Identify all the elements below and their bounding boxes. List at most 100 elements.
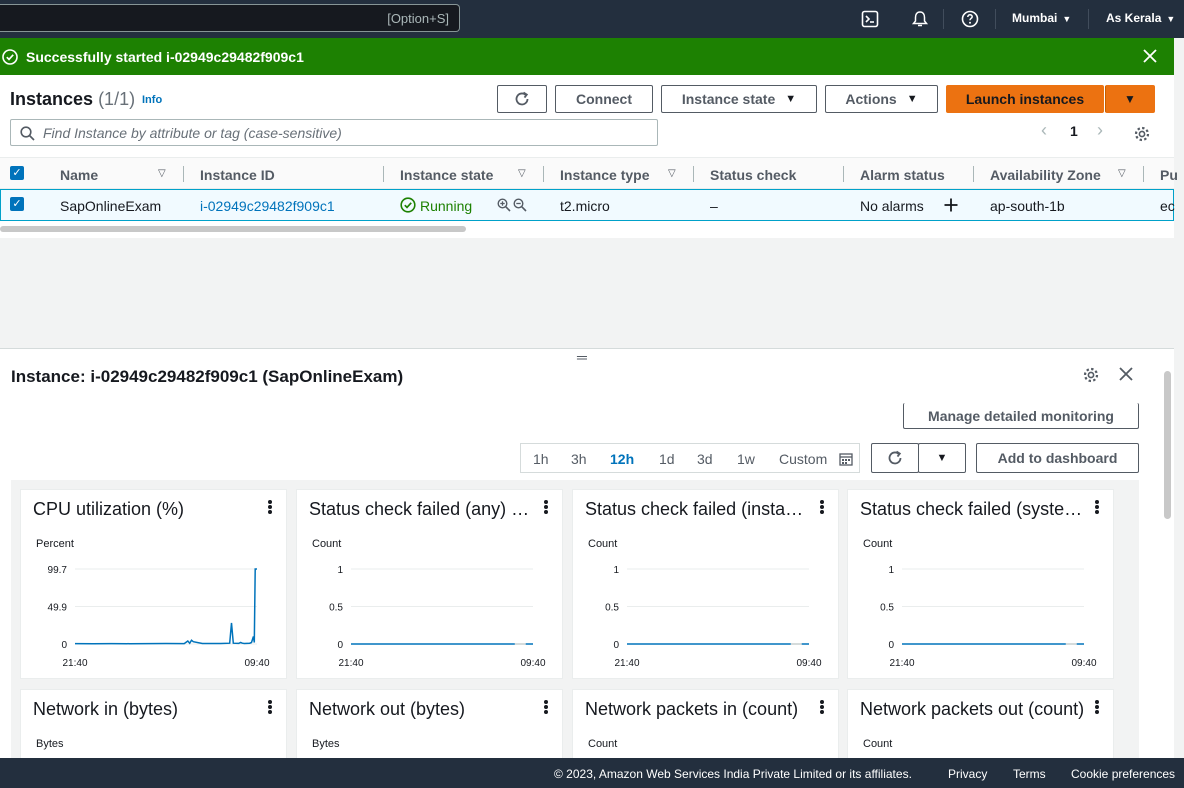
more-options-icon[interactable] [268, 700, 272, 714]
range-1d[interactable]: 1d [659, 451, 675, 467]
gear-icon[interactable] [1082, 366, 1100, 384]
success-flash: Successfully started i-02949c29482f909c1 [0, 38, 1174, 75]
sort-caret-icon[interactable]: ▽ [1118, 168, 1126, 179]
resize-handle-icon[interactable]: ═ [577, 350, 587, 364]
cell-alarm: No alarms [860, 198, 924, 214]
actions-label: Actions [845, 91, 897, 107]
column-header-alarm-status[interactable]: Alarm status [860, 167, 945, 183]
success-icon [2, 49, 18, 65]
account-menu[interactable]: As Kerala ▼ [1106, 11, 1175, 25]
y-tick-label: 0.5 [605, 603, 619, 614]
x-tick-label: 09:40 [244, 658, 269, 669]
sort-caret-icon[interactable]: ▽ [668, 168, 676, 179]
page-number[interactable]: 1 [1070, 123, 1078, 139]
info-link[interactable]: Info [142, 94, 162, 106]
filter-input[interactable] [43, 124, 643, 142]
range-12h[interactable]: 12h [610, 451, 634, 467]
row-checkbox[interactable]: ✓ [10, 197, 24, 211]
column-divider[interactable] [383, 166, 384, 182]
more-options-icon[interactable] [820, 500, 824, 514]
close-icon[interactable] [1118, 366, 1134, 382]
metric-unit-label: Bytes [312, 738, 340, 750]
search-icon [20, 126, 35, 141]
range-3d[interactable]: 3d [697, 451, 713, 467]
column-header-availability-zone[interactable]: Availability Zone [990, 167, 1101, 183]
zoom-in-icon[interactable] [497, 198, 511, 212]
sort-caret-icon[interactable]: ▽ [158, 168, 166, 179]
cookie-preferences-link[interactable]: Cookie preferences [1071, 767, 1175, 781]
column-divider[interactable] [1143, 166, 1144, 182]
metric-card: Status check failed (any) (count) Count 1 0… [296, 489, 563, 679]
column-header-public[interactable]: Pu [1160, 167, 1178, 183]
manage-monitoring-button[interactable]: Manage detailed monitoring [903, 403, 1139, 429]
metric-title: CPU utilization (%) [33, 499, 185, 519]
horizontal-scrollbar[interactable] [0, 226, 466, 232]
instance-id-link[interactable]: i-02949c29482f909c1 [200, 198, 335, 214]
range-1h[interactable]: 1h [533, 451, 549, 467]
select-all-checkbox[interactable]: ✓ [10, 166, 24, 180]
range-custom[interactable]: Custom [779, 451, 827, 467]
metric-title: Network packets in (count) [585, 699, 799, 719]
vertical-scrollbar[interactable] [1160, 349, 1174, 759]
metric-card: Status check failed (system) (count) Coun… [847, 489, 1114, 679]
help-icon[interactable] [959, 8, 981, 30]
metric-unit-label: Count [588, 538, 618, 550]
actions-button[interactable]: Actions ▼ [825, 85, 938, 113]
column-header-name[interactable]: Name [60, 167, 98, 183]
search-shortcut-hint: [Option+S] [387, 11, 449, 26]
add-to-dashboard-button[interactable]: Add to dashboard [976, 443, 1139, 473]
metric-unit-label: Count [863, 538, 893, 550]
launch-dropdown-button[interactable]: ▼ [1105, 85, 1155, 113]
filter-box [10, 119, 658, 146]
calendar-icon[interactable] [839, 452, 853, 466]
metric-card: Network packets in (count) Count [572, 689, 839, 759]
privacy-link[interactable]: Privacy [948, 767, 987, 781]
running-status-icon [400, 197, 416, 213]
column-divider[interactable] [973, 166, 974, 182]
scrollbar-thumb[interactable] [1164, 371, 1171, 519]
refresh-interval-dropdown[interactable]: ▼ [918, 443, 966, 473]
cloudshell-icon[interactable] [859, 8, 881, 30]
add-alarm-icon[interactable] [943, 197, 959, 213]
prev-page-icon[interactable]: ‹ [1041, 120, 1047, 141]
metric-unit-label: Count [588, 738, 618, 750]
refresh-button[interactable] [497, 85, 547, 113]
more-options-icon[interactable] [1095, 700, 1099, 714]
column-divider[interactable] [693, 166, 694, 182]
x-tick-label: 09:40 [520, 658, 545, 669]
more-options-icon[interactable] [544, 500, 548, 514]
column-header-instance-id[interactable]: Instance ID [200, 167, 275, 183]
metric-unit-label: Percent [36, 538, 74, 550]
column-header-instance-type[interactable]: Instance type [560, 167, 649, 183]
zoom-out-icon[interactable] [513, 198, 527, 212]
metric-card: Network packets out (count) Count [847, 689, 1114, 759]
refresh-metrics-button[interactable] [871, 443, 919, 473]
more-options-icon[interactable] [1095, 500, 1099, 514]
more-options-icon[interactable] [268, 500, 272, 514]
sort-caret-icon[interactable]: ▽ [518, 168, 526, 179]
cell-status-check: – [710, 198, 718, 214]
bell-icon[interactable] [909, 8, 931, 30]
instance-state-button[interactable]: Instance state ▼ [661, 85, 817, 113]
column-header-instance-state[interactable]: Instance state [400, 167, 493, 183]
next-page-icon[interactable]: › [1097, 120, 1103, 141]
close-icon[interactable] [1142, 48, 1158, 64]
search-input[interactable]: [Option+S] [0, 4, 460, 32]
terms-link[interactable]: Terms [1013, 767, 1046, 781]
gear-icon[interactable] [1133, 125, 1151, 143]
column-header-status-check[interactable]: Status check [710, 167, 796, 183]
column-divider[interactable] [543, 166, 544, 182]
more-options-icon[interactable] [820, 700, 824, 714]
column-divider[interactable] [843, 166, 844, 182]
cell-name: SapOnlineExam [60, 198, 162, 214]
metric-card: Network in (bytes) Bytes [20, 689, 287, 759]
y-tick-label: 99.7 [48, 565, 68, 576]
table-row[interactable]: ✓ SapOnlineExam i-02949c29482f909c1 Runn… [0, 189, 1175, 221]
more-options-icon[interactable] [544, 700, 548, 714]
range-1w[interactable]: 1w [737, 451, 755, 467]
connect-button[interactable]: Connect [555, 85, 653, 113]
range-3h[interactable]: 3h [571, 451, 587, 467]
region-menu[interactable]: Mumbai ▼ [1012, 11, 1071, 25]
launch-instances-button[interactable]: Launch instances [946, 85, 1104, 113]
column-divider[interactable] [183, 166, 184, 182]
